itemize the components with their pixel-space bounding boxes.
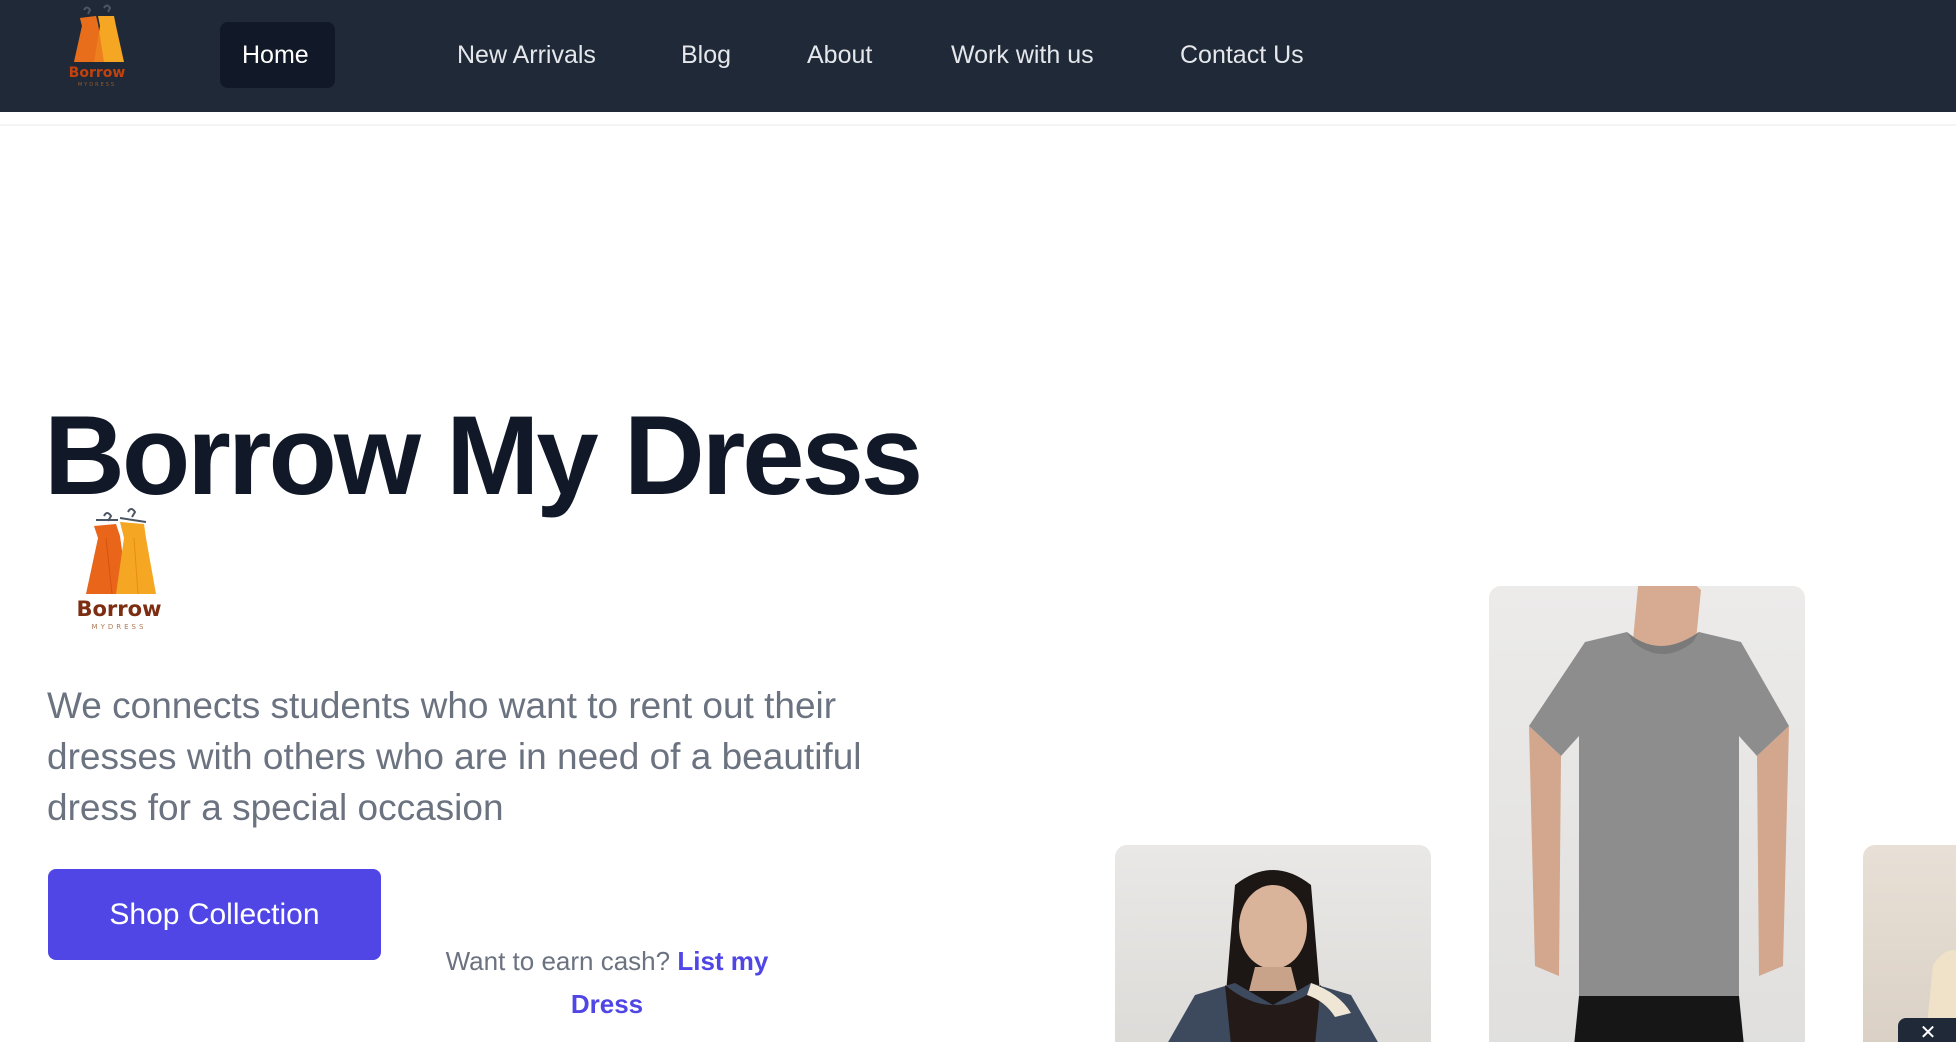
hero-logo-subtitle: MYDRESS xyxy=(91,623,147,631)
close-widget[interactable]: ✕ xyxy=(1898,1018,1956,1042)
dress-hanger-icon xyxy=(74,4,124,62)
man-tshirt-image xyxy=(1529,586,1789,1042)
nav-about[interactable]: About xyxy=(785,22,894,88)
nav-home[interactable]: Home xyxy=(220,22,335,88)
photo-man-gray-tshirt xyxy=(1489,586,1805,1042)
hero-title: Borrow My Dress xyxy=(44,393,923,518)
hero-logo-word: Borrow xyxy=(76,597,162,621)
nav-blog[interactable]: Blog xyxy=(659,22,753,88)
close-icon: ✕ xyxy=(1919,1022,1937,1042)
nav-new-arrivals[interactable]: New Arrivals xyxy=(435,22,618,88)
dress-hanger-icon xyxy=(86,508,156,595)
partial-portrait-image xyxy=(1925,950,1956,1042)
brand-logo[interactable]: Borrow MYDRESS xyxy=(62,4,132,94)
hero-description: We connects students who want to rent ou… xyxy=(47,685,862,828)
nav-work-with-us[interactable]: Work with us xyxy=(929,22,1116,88)
nav-contact-us[interactable]: Contact Us xyxy=(1158,22,1326,88)
brand-logo-word: Borrow xyxy=(68,65,126,81)
photo-woman-denim-jacket xyxy=(1115,845,1431,1042)
photo-partial-right xyxy=(1863,845,1956,1042)
earn-cash-text: Want to earn cash? List my Dress xyxy=(430,940,784,1026)
nav-divider xyxy=(0,112,1956,126)
earn-cash-prefix: Want to earn cash? xyxy=(445,946,671,976)
woman-portrait-image xyxy=(1168,870,1378,1042)
hero-brand-logo: Borrow MYDRESS xyxy=(74,506,164,634)
brand-logo-subtitle: MYDRESS xyxy=(77,82,117,88)
top-navbar: Borrow MYDRESS Home New Arrivals Blog Ab… xyxy=(0,0,1956,112)
shop-collection-button[interactable]: Shop Collection xyxy=(48,869,381,960)
page: Borrow MYDRESS Home New Arrivals Blog Ab… xyxy=(0,0,1956,1042)
